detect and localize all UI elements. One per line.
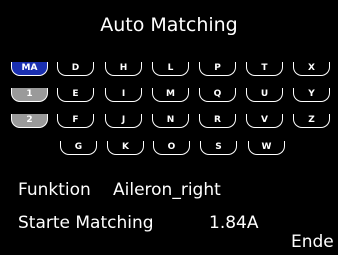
key-d[interactable]: D: [57, 62, 94, 76]
key-k[interactable]: K: [107, 141, 144, 155]
key-p[interactable]: P: [199, 62, 236, 76]
key-s[interactable]: S: [200, 141, 237, 155]
key-r[interactable]: R: [199, 114, 236, 128]
function-label: Funktion: [18, 180, 91, 200]
key-i[interactable]: I: [105, 88, 142, 102]
key-z[interactable]: Z: [293, 114, 330, 128]
key-v[interactable]: V: [246, 114, 283, 128]
key-1[interactable]: 1: [11, 88, 48, 102]
function-value: Aileron_right: [113, 180, 221, 200]
start-matching-label[interactable]: Starte Matching: [18, 213, 154, 233]
key-o[interactable]: O: [153, 141, 190, 155]
key-2[interactable]: 2: [11, 114, 48, 128]
key-j[interactable]: J: [105, 114, 142, 128]
key-l[interactable]: L: [152, 62, 189, 76]
screen-title: Auto Matching: [100, 14, 238, 36]
key-t[interactable]: T: [246, 62, 283, 76]
key-e[interactable]: E: [57, 88, 94, 102]
end-button[interactable]: Ende: [291, 232, 334, 252]
key-w[interactable]: W: [248, 141, 285, 155]
key-n[interactable]: N: [152, 114, 189, 128]
key-u[interactable]: U: [246, 88, 283, 102]
key-y[interactable]: Y: [293, 88, 330, 102]
key-h[interactable]: H: [105, 62, 142, 76]
key-ma[interactable]: MA: [11, 62, 48, 76]
key-q[interactable]: Q: [199, 88, 236, 102]
key-g[interactable]: G: [60, 141, 97, 155]
key-x[interactable]: X: [293, 62, 330, 76]
current-value: 1.84A: [209, 213, 259, 233]
key-f[interactable]: F: [57, 114, 94, 128]
key-m[interactable]: M: [152, 88, 189, 102]
